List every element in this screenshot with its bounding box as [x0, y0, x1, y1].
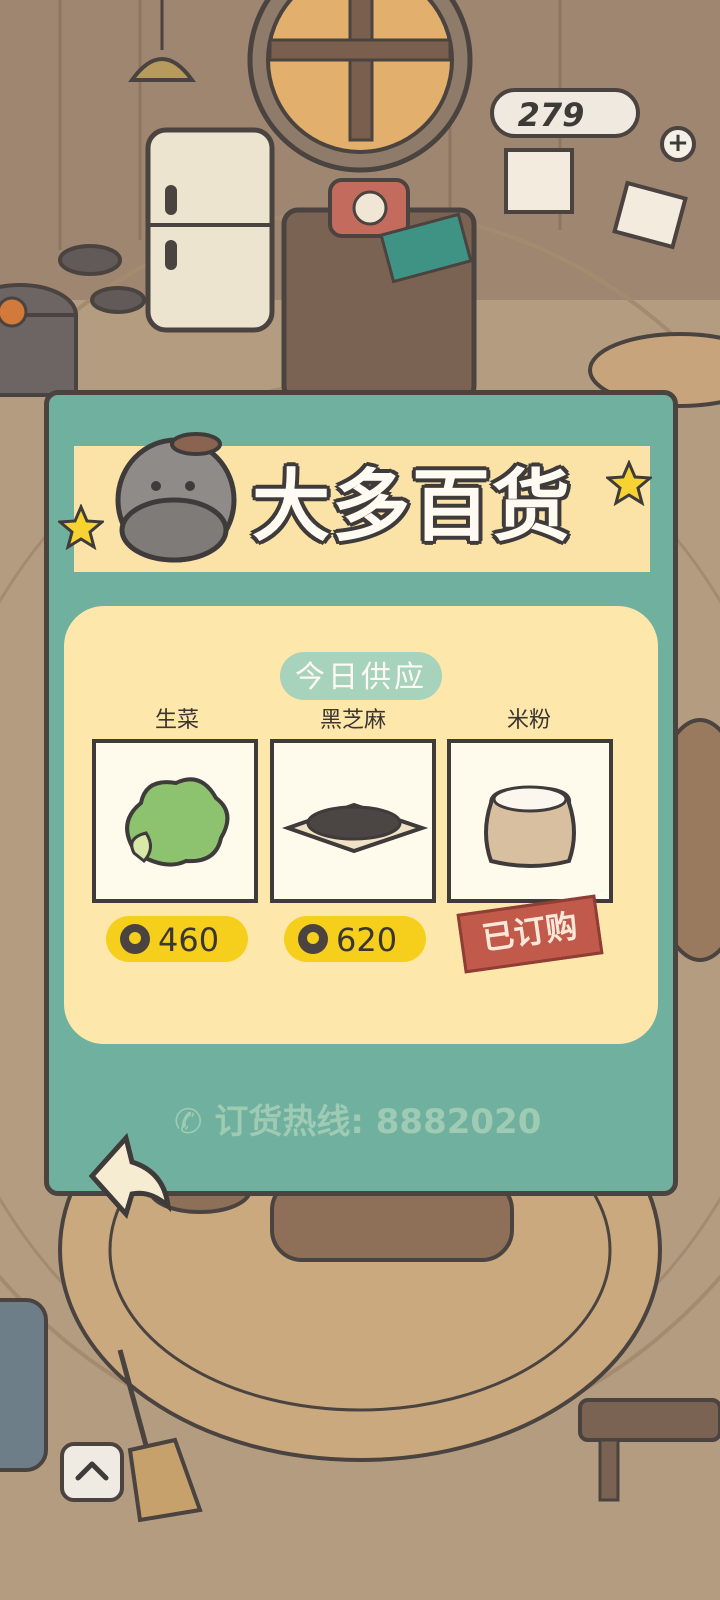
- price-black-sesame: 620: [336, 921, 398, 959]
- item-card-black-sesame[interactable]: [270, 739, 436, 903]
- star-icon: [58, 504, 104, 550]
- price-lettuce: 460: [158, 921, 220, 959]
- phone-icon: ✆: [174, 1102, 215, 1142]
- lettuce-icon: [125, 777, 230, 867]
- item-name-black-sesame: 黑芝麻: [319, 708, 386, 733]
- price-tag-black-sesame: 620: [284, 916, 426, 962]
- add-currency-button[interactable]: +: [660, 126, 696, 162]
- rice-flour-icon: [484, 785, 576, 868]
- price-tag-lettuce: 460: [106, 916, 248, 962]
- item-name-rice-flour: 米粉: [506, 708, 551, 733]
- order-hotline: ✆ 订货热线: 8882020: [174, 1094, 541, 1143]
- expand-menu-button[interactable]: [60, 1442, 124, 1502]
- currency-count: 279: [517, 96, 585, 134]
- star-icon: [606, 460, 652, 506]
- back-arrow-icon[interactable]: [86, 1132, 176, 1222]
- currency-counter: 279: [490, 88, 640, 138]
- coin-icon: [120, 924, 150, 954]
- up-arrow-icon: [75, 1461, 109, 1481]
- item-card-rice-flour[interactable]: [447, 739, 613, 903]
- item-name-lettuce: 生菜: [154, 708, 199, 733]
- shop-title: 大多百货: [252, 462, 573, 552]
- hippo-mascot-icon: [115, 432, 237, 563]
- item-card-lettuce[interactable]: [92, 739, 258, 903]
- today-supply-label: 今日供应: [280, 652, 442, 700]
- coin-icon: [298, 924, 328, 954]
- hotline-text: 订货热线: 8882020: [214, 1102, 542, 1142]
- black-sesame-icon: [281, 802, 429, 854]
